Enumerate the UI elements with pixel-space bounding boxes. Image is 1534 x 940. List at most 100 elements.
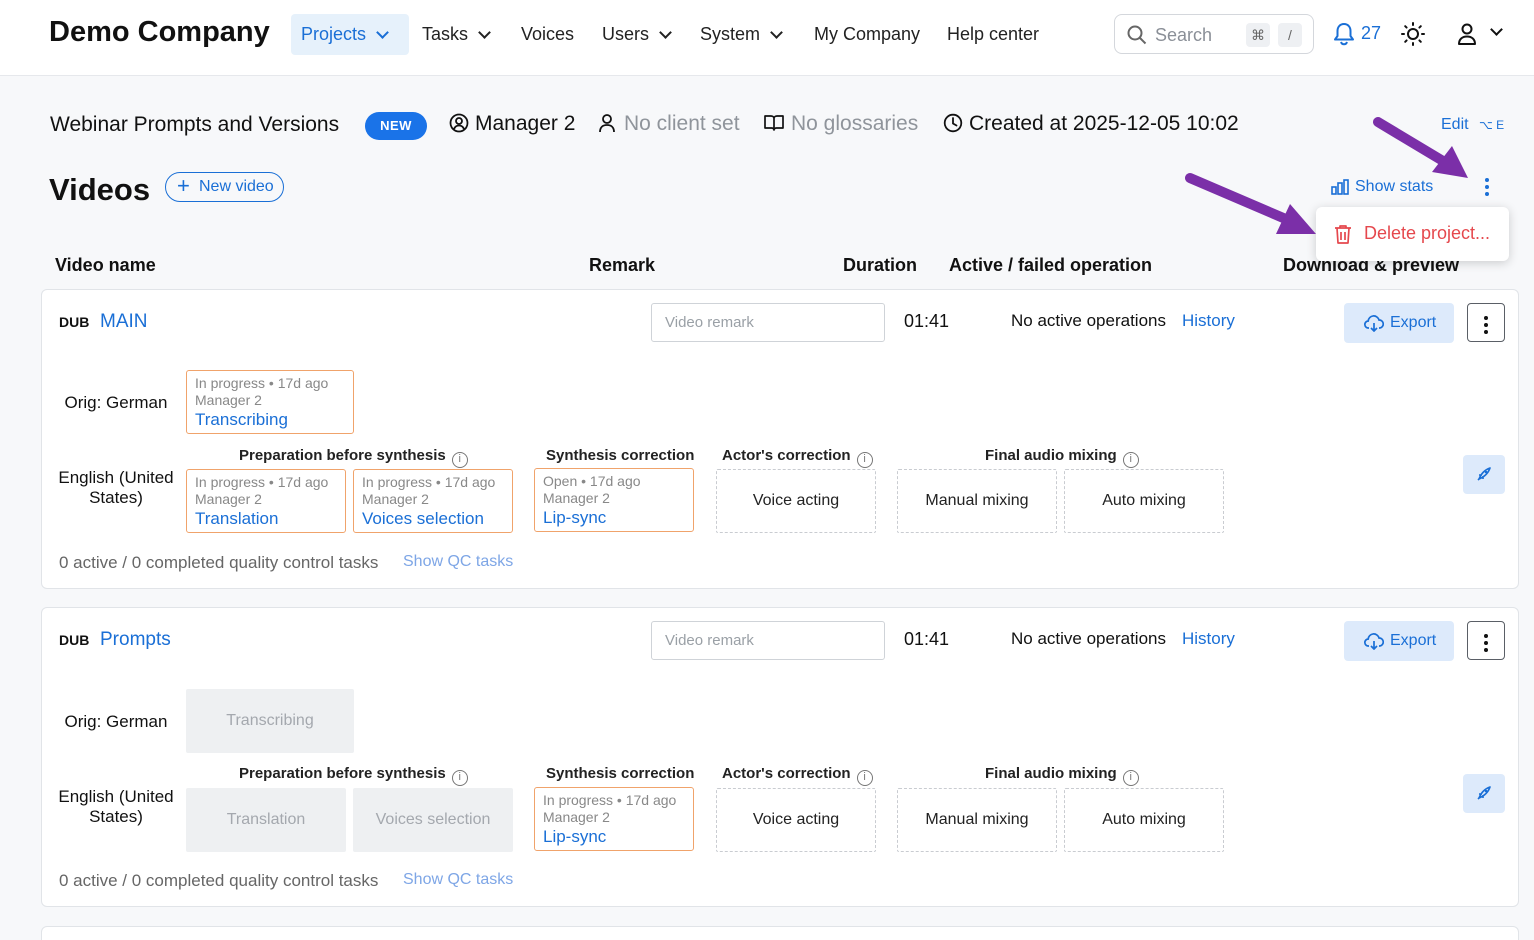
search-icon bbox=[1127, 25, 1147, 45]
task-name-link[interactable]: Lip-sync bbox=[543, 826, 685, 847]
column-header-operations: Active / failed operation bbox=[949, 255, 1153, 275]
nav-system[interactable]: System bbox=[700, 14, 783, 55]
new-badge: NEW bbox=[365, 112, 427, 140]
project-glossaries[interactable]: No glossaries bbox=[791, 112, 918, 136]
manual-mixing-task[interactable]: Manual mixing bbox=[897, 788, 1057, 852]
chevron-down-icon bbox=[770, 25, 783, 39]
group-heading-actor-text: Actor's correction bbox=[722, 447, 851, 464]
group-heading-synthesis: Synthesis correction bbox=[546, 447, 695, 464]
video-card: DUB MAIN Video remark 01:41 No active op… bbox=[41, 289, 1519, 589]
preview-button[interactable] bbox=[1463, 774, 1505, 813]
project-actions-dropdown: Delete project... bbox=[1316, 207, 1509, 261]
project-manager[interactable]: Manager 2 bbox=[475, 112, 575, 136]
info-icon[interactable]: i bbox=[1122, 452, 1139, 468]
chevron-down-icon bbox=[478, 25, 491, 39]
brand-name[interactable]: Demo Company bbox=[49, 16, 270, 49]
group-heading-actor: Actor's correction i bbox=[722, 765, 873, 786]
cloud-download-icon bbox=[1364, 315, 1384, 332]
info-icon[interactable]: i bbox=[1122, 770, 1139, 786]
video-name-link[interactable]: MAIN bbox=[100, 311, 148, 333]
export-button[interactable]: Export bbox=[1344, 621, 1454, 661]
nav-projects[interactable]: Projects bbox=[291, 14, 409, 55]
info-icon[interactable]: i bbox=[856, 770, 873, 786]
notification-count[interactable]: 27 bbox=[1361, 23, 1381, 44]
videos-heading: Videos bbox=[49, 172, 151, 207]
chevron-down-icon bbox=[376, 25, 389, 39]
bell-icon[interactable] bbox=[1333, 22, 1355, 46]
delete-project-menu-item[interactable]: Delete project... bbox=[1364, 223, 1490, 244]
video-more-menu-button[interactable] bbox=[1467, 303, 1505, 342]
history-link[interactable]: History bbox=[1182, 629, 1235, 649]
auto-mixing-task[interactable]: Auto mixing bbox=[1064, 469, 1224, 533]
group-heading-actor-text: Actor's correction bbox=[722, 765, 851, 782]
task-status: In progress • 17d ago bbox=[543, 792, 677, 808]
project-client[interactable]: No client set bbox=[624, 112, 740, 136]
task-name-link[interactable]: Transcribing bbox=[195, 409, 345, 430]
task-name-link[interactable]: Voices selection bbox=[362, 508, 504, 529]
chevron-down-icon bbox=[1490, 23, 1503, 36]
auto-mixing-task[interactable]: Auto mixing bbox=[1064, 788, 1224, 852]
translation-task[interactable]: In progress • 17d ago Manager 2 Translat… bbox=[186, 469, 346, 533]
video-type-label: DUB bbox=[59, 314, 90, 330]
task-status: In progress • 17d ago bbox=[195, 474, 329, 490]
client-icon bbox=[599, 114, 615, 133]
new-video-button[interactable]: + New video bbox=[165, 172, 284, 202]
column-header-duration: Duration bbox=[843, 255, 917, 275]
trash-icon bbox=[1335, 225, 1351, 244]
rocket-icon bbox=[1477, 786, 1491, 800]
voice-acting-task[interactable]: Voice acting bbox=[716, 788, 876, 852]
video-more-menu-button[interactable] bbox=[1467, 621, 1505, 660]
video-card: DUB Prompts Video remark 01:41 No active… bbox=[41, 607, 1519, 907]
nav-voices-label: Voices bbox=[521, 24, 575, 44]
annotation-arrow-icon bbox=[1373, 117, 1468, 178]
voice-acting-task[interactable]: Voice acting bbox=[716, 469, 876, 533]
nav-voices[interactable]: Voices bbox=[521, 14, 574, 55]
nav-tasks[interactable]: Tasks bbox=[422, 14, 491, 55]
task-status: Open • 17d ago bbox=[543, 473, 641, 489]
project-more-menu-button[interactable] bbox=[1485, 178, 1489, 199]
task-name-link[interactable]: Lip-sync bbox=[543, 507, 685, 528]
group-heading-final-mixing: Final audio mixing i bbox=[985, 765, 1139, 786]
export-label: Export bbox=[1390, 632, 1437, 649]
annotation-arrow-icon bbox=[1185, 173, 1316, 234]
video-name-link[interactable]: Prompts bbox=[100, 629, 171, 651]
transcribing-task[interactable]: In progress • 17d ago Manager 2 Transcri… bbox=[186, 370, 354, 434]
search-input[interactable]: Search ⌘ / bbox=[1114, 14, 1314, 54]
info-icon[interactable]: i bbox=[451, 452, 468, 468]
nav-users[interactable]: Users bbox=[602, 14, 672, 55]
more-vertical-icon bbox=[1484, 316, 1488, 337]
export-button[interactable]: Export bbox=[1344, 303, 1454, 343]
voices-selection-task-disabled: Voices selection bbox=[353, 788, 513, 852]
task-assignee: Manager 2 bbox=[195, 491, 262, 507]
video-remark-input[interactable]: Video remark bbox=[651, 303, 885, 342]
history-link[interactable]: History bbox=[1182, 311, 1235, 331]
task-name-link[interactable]: Translation bbox=[195, 508, 337, 529]
show-qc-tasks-link[interactable]: Show QC tasks bbox=[403, 553, 513, 571]
qc-summary: 0 active / 0 completed quality control t… bbox=[59, 871, 379, 890]
task-status: In progress • 17d ago bbox=[362, 474, 496, 490]
task-assignee: Manager 2 bbox=[543, 809, 610, 825]
qc-summary: 0 active / 0 completed quality control t… bbox=[59, 553, 379, 572]
video-remark-input[interactable]: Video remark bbox=[651, 621, 885, 660]
orig-language-label: Orig: German bbox=[64, 393, 168, 412]
voices-selection-task[interactable]: In progress • 17d ago Manager 2 Voices s… bbox=[353, 469, 513, 533]
video-type-label: DUB bbox=[59, 632, 90, 648]
user-icon bbox=[1458, 23, 1476, 45]
nav-help-center[interactable]: Help center bbox=[947, 14, 1039, 55]
task-status: In progress • 17d ago bbox=[195, 375, 329, 391]
nav-my-company[interactable]: My Company bbox=[814, 14, 920, 55]
lip-sync-task[interactable]: Open • 17d ago Manager 2 Lip-sync bbox=[534, 468, 694, 532]
nav-my-company-label: My Company bbox=[814, 24, 921, 44]
column-header-remark: Remark bbox=[589, 255, 656, 275]
theme-toggle-sun-icon[interactable] bbox=[1401, 22, 1425, 46]
info-icon[interactable]: i bbox=[856, 452, 873, 468]
user-menu-button[interactable] bbox=[1456, 22, 1506, 48]
export-label: Export bbox=[1390, 314, 1437, 331]
lip-sync-task[interactable]: In progress • 17d ago Manager 2 Lip-sync bbox=[534, 787, 694, 851]
show-qc-tasks-link[interactable]: Show QC tasks bbox=[403, 871, 513, 889]
info-icon[interactable]: i bbox=[451, 770, 468, 786]
manual-mixing-task[interactable]: Manual mixing bbox=[897, 469, 1057, 533]
preview-button[interactable] bbox=[1463, 455, 1505, 494]
group-heading-final-mixing: Final audio mixing i bbox=[985, 447, 1139, 468]
command-key-hint: ⌘ bbox=[1246, 23, 1270, 47]
